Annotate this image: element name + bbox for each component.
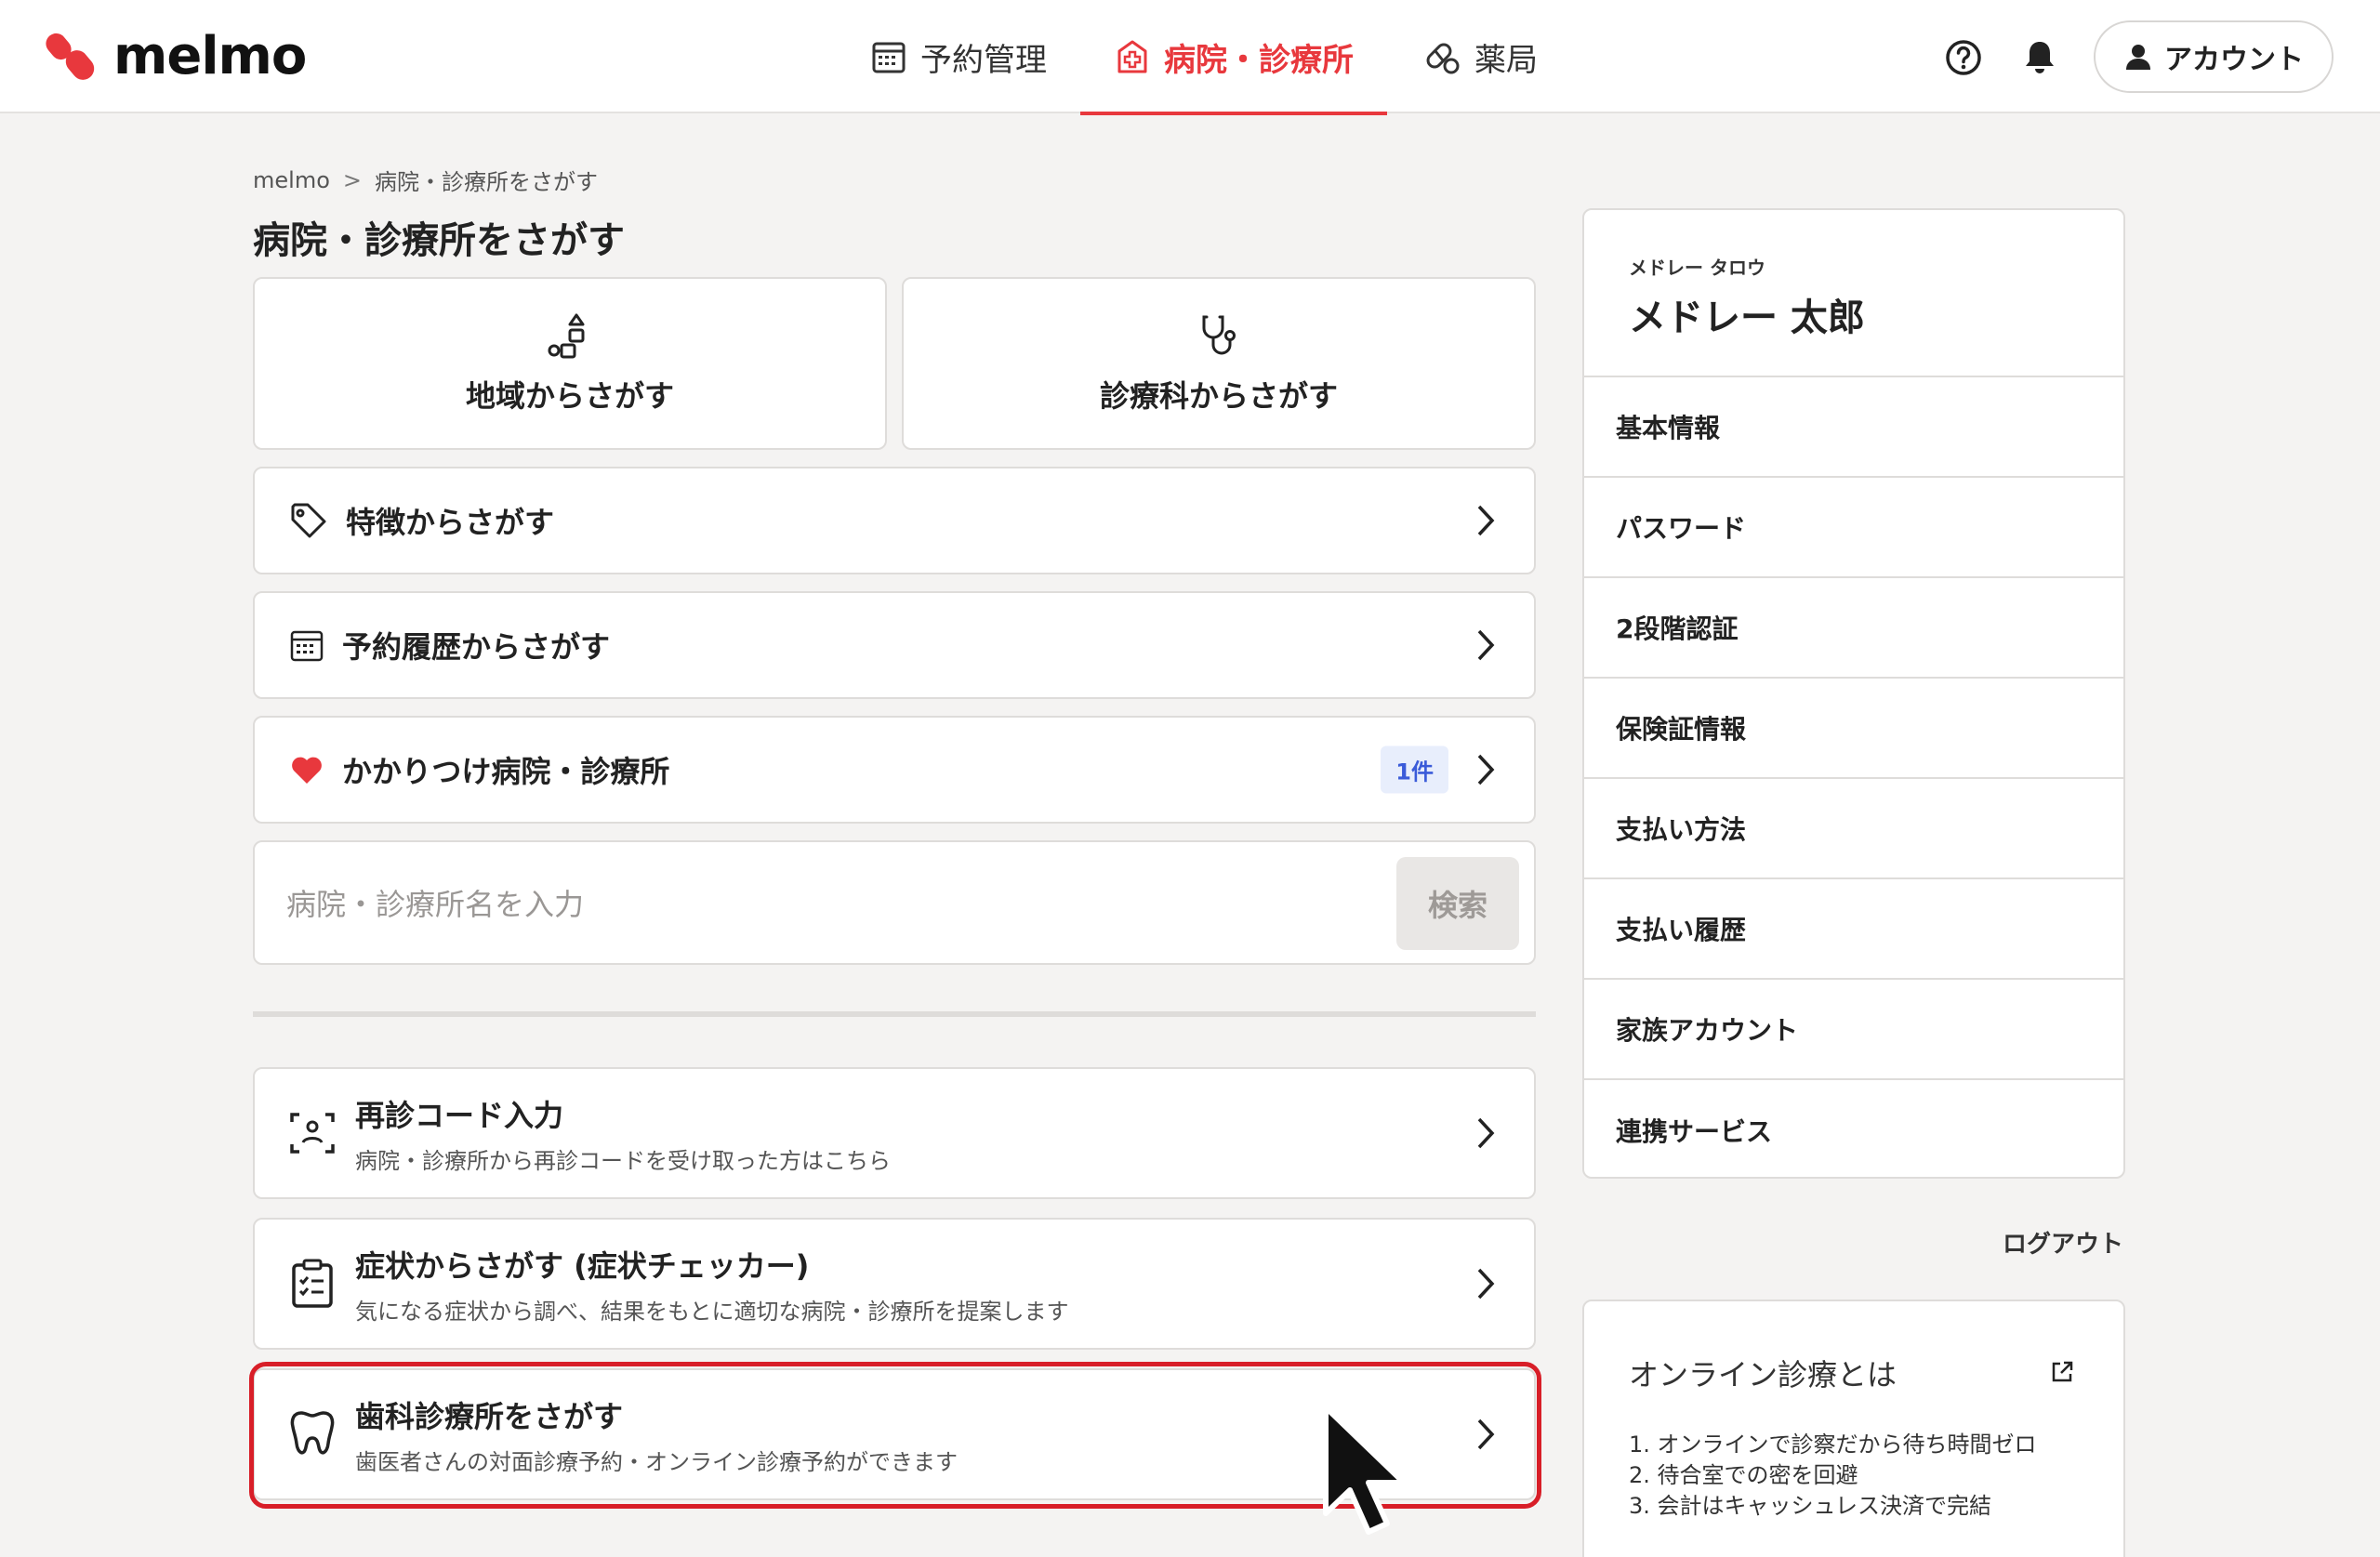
page-title: 病院・診療所をさがす — [253, 219, 625, 262]
mouse-pointer-icon — [1323, 1405, 1407, 1535]
top-header: melmo 予約管理 病院・診療所 薬局 アカウント — [0, 0, 2380, 115]
chevron-right-icon — [1477, 754, 1495, 785]
melmo-logo[interactable]: melmo — [45, 26, 307, 86]
clinic-search-box: 病院・診療所名を入力 検索 — [253, 840, 1536, 965]
tile-label: 地域からさがす — [465, 378, 674, 414]
row-label: 予約履歴からさがす — [342, 629, 611, 665]
menu-payment-method[interactable]: 支払い方法 — [1584, 779, 2123, 879]
brand-name: melmo — [113, 26, 307, 86]
search-by-features-row[interactable]: 特徴からさがす — [253, 467, 1536, 574]
tile-label: 診療科からさがす — [1099, 378, 1338, 414]
nav-label: 予約管理 — [920, 41, 1047, 79]
account-label: アカウント — [2164, 44, 2304, 76]
calendar-icon — [872, 42, 906, 73]
nav-label: 病院・診療所 — [1164, 41, 1354, 79]
menu-basic-info[interactable]: 基本情報 — [1584, 377, 2123, 478]
info-list: 1. オンラインで診察だから待ち時間ゼロ 2. 待合室での密を回避 3. 会計は… — [1629, 1430, 2079, 1522]
row-text: 症状からさがす (症状チェッカー) 気になる症状から調べ、結果をもとに適切な病院… — [355, 1243, 1069, 1326]
logout-link[interactable]: ログアウト — [2003, 1225, 2123, 1260]
profile-header: メドレー タロウ メドレー 太郎 — [1584, 210, 2123, 377]
area-blocks-icon — [548, 313, 585, 359]
symptom-checker-row[interactable]: 症状からさがす (症状チェッカー) 気になる症状から調べ、結果をもとに適切な病院… — [253, 1218, 1536, 1350]
row-label: かかりつけ病院・診療所 — [342, 754, 670, 789]
online-consultation-card[interactable]: オンライン診療とは 1. オンラインで診察だから待ち時間ゼロ 2. 待合室での密… — [1582, 1300, 2125, 1557]
count-badge: 1件 — [1381, 746, 1448, 794]
clinic-name-input[interactable]: 病院・診療所名を入力 — [286, 881, 584, 924]
nav-label: 薬局 — [1474, 41, 1538, 79]
section-divider — [253, 1011, 1536, 1017]
search-button[interactable]: 検索 — [1396, 857, 1519, 950]
info-item: 3. 会計はキャッシュレス決済で完結 — [1629, 1493, 1992, 1519]
info-item: 2. 待合室での密を回避 — [1629, 1462, 1858, 1488]
row-title: 再診コード入力 — [355, 1097, 564, 1133]
account-button[interactable]: アカウント — [2094, 20, 2334, 93]
chevron-right-icon — [1477, 629, 1495, 661]
bell-icon[interactable] — [2019, 37, 2060, 78]
pill-icon — [1426, 43, 1460, 74]
help-icon[interactable] — [1943, 37, 1984, 78]
breadcrumb: melmo > 病院・診療所をさがす — [253, 164, 598, 196]
search-by-department-tile[interactable]: 診療科からさがす — [902, 277, 1536, 450]
clipboard-checklist-icon — [292, 1259, 333, 1308]
chevron-right-icon — [1477, 505, 1495, 536]
nav-hospitals[interactable]: 病院・診療所 — [1080, 0, 1387, 115]
menu-family-account[interactable]: 家族アカウント — [1584, 980, 2123, 1080]
row-title: 症状からさがす (症状チェッカー) — [355, 1247, 810, 1284]
external-link-icon — [2052, 1361, 2073, 1382]
menu-insurance[interactable]: 保険証情報 — [1584, 679, 2123, 779]
search-by-area-tile[interactable]: 地域からさがす — [253, 277, 887, 450]
chevron-right-icon — [1477, 1268, 1495, 1300]
profile-kana: メドレー タロウ — [1629, 257, 1765, 279]
favorite-clinics-row[interactable]: かかりつけ病院・診療所 1件 — [253, 716, 1536, 824]
info-title: オンライン診療とは — [1629, 1357, 1897, 1392]
breadcrumb-current: 病院・診療所をさがす — [374, 169, 598, 195]
main-nav: 予約管理 病院・診療所 薬局 — [837, 0, 1571, 115]
row-subtitle: 気になる症状から調べ、結果をもとに適切な病院・診療所を提案します — [355, 1298, 1069, 1325]
profile-name: メドレー 太郎 — [1629, 297, 1865, 339]
info-item: 1. オンラインで診察だから待ち時間ゼロ — [1629, 1432, 2037, 1458]
row-label: 特徴からさがす — [346, 505, 555, 540]
nav-pharmacy[interactable]: 薬局 — [1387, 0, 1571, 113]
menu-linked-services[interactable]: 連携サービス — [1584, 1080, 2123, 1181]
account-menu-card: メドレー タロウ メドレー 太郎 基本情報 パスワード 2段階認証 保険証情報 … — [1582, 208, 2125, 1179]
search-by-history-row[interactable]: 予約履歴からさがす — [253, 591, 1536, 699]
tag-icon — [291, 503, 326, 538]
row-text: 再診コード入力 病院・診療所から再診コードを受け取った方はこちら — [355, 1092, 891, 1175]
melmo-logo-mark-icon — [46, 33, 95, 80]
face-scan-icon — [290, 1113, 335, 1154]
nav-reservations[interactable]: 予約管理 — [837, 0, 1080, 113]
user-icon — [2126, 45, 2150, 70]
revisit-code-row[interactable]: 再診コード入力 病院・診療所から再診コードを受け取った方はこちら — [253, 1067, 1536, 1199]
stethoscope-icon — [1202, 315, 1236, 355]
menu-password[interactable]: パスワード — [1584, 478, 2123, 578]
chevron-right-icon — [1477, 1117, 1495, 1149]
breadcrumb-separator: > — [342, 166, 362, 193]
breadcrumb-home[interactable]: melmo — [253, 167, 330, 193]
menu-payment-history[interactable]: 支払い履歴 — [1584, 879, 2123, 980]
heart-icon — [292, 757, 322, 784]
calendar-icon — [290, 630, 324, 662]
hospital-icon — [1117, 40, 1147, 73]
menu-two-factor[interactable]: 2段階認証 — [1584, 578, 2123, 679]
row-subtitle: 病院・診療所から再診コードを受け取った方はこちら — [355, 1147, 891, 1174]
